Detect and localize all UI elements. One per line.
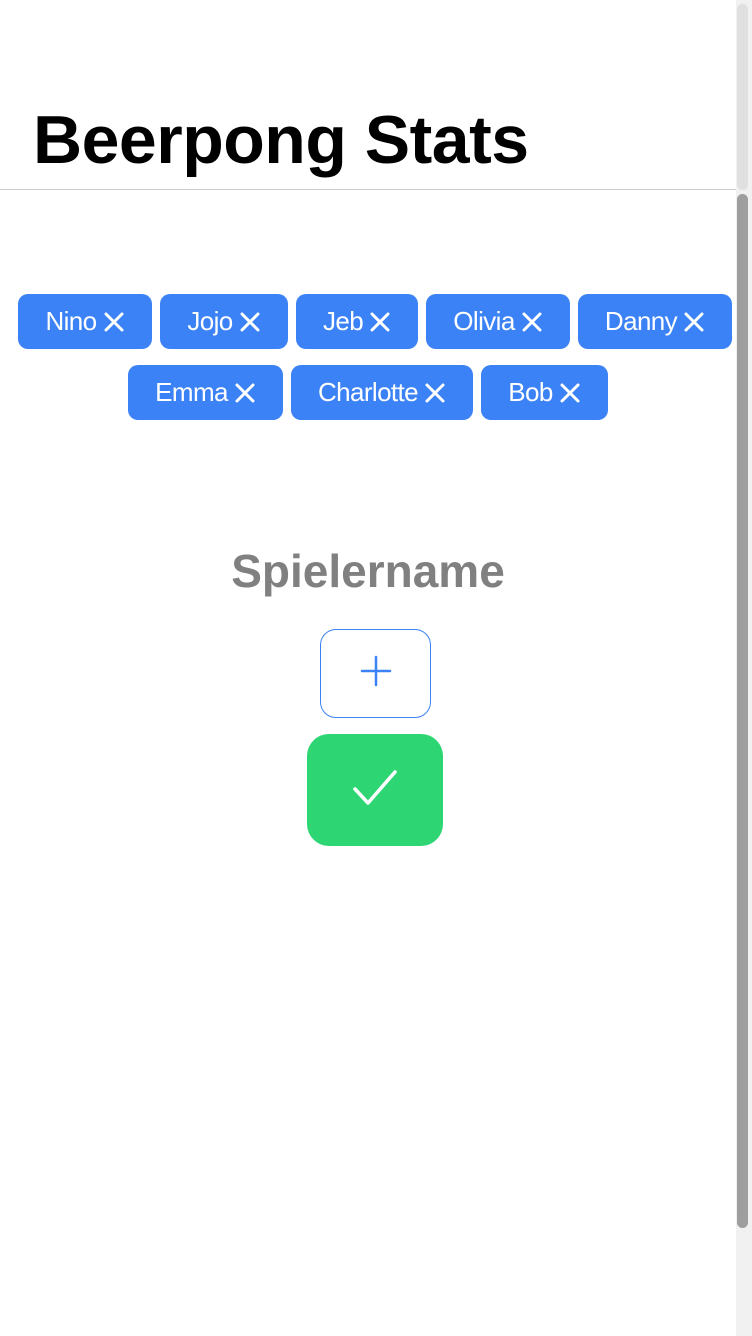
scrollbar-thumb[interactable] (737, 194, 748, 1228)
player-chip-row: Emma Charlotte Bob (0, 365, 736, 420)
close-icon[interactable] (103, 311, 125, 333)
player-chip[interactable]: Emma (128, 365, 283, 420)
player-chip-label: Charlotte (317, 377, 419, 407)
close-icon[interactable] (239, 311, 261, 333)
player-chip-row: Nino Jojo Jeb Olivia Danny (0, 294, 736, 349)
player-chip-label: Olivia (453, 306, 515, 336)
player-chip-label: Emma (155, 377, 228, 407)
player-chip[interactable]: Nino (18, 294, 152, 349)
confirm-button[interactable] (307, 734, 443, 846)
close-icon[interactable] (234, 382, 256, 404)
player-chip[interactable]: Danny (578, 294, 732, 349)
plus-icon (360, 655, 392, 692)
player-chip[interactable]: Jeb (296, 294, 418, 349)
close-icon[interactable] (559, 382, 581, 404)
player-chip-label: Nino (45, 306, 97, 336)
player-chip[interactable]: Jojo (160, 294, 288, 349)
app-page: Beerpong Stats Nino Jojo Jeb Olivia Dann… (0, 0, 752, 1336)
scrollbar[interactable] (736, 0, 752, 1336)
player-name-label: Spielername (231, 545, 505, 597)
player-chip[interactable]: Bob (481, 365, 608, 420)
close-icon[interactable] (369, 311, 391, 333)
add-player-button[interactable] (320, 629, 431, 718)
close-icon[interactable] (424, 382, 446, 404)
player-chip-label: Danny (604, 306, 678, 336)
player-chip-label: Jojo (187, 306, 233, 336)
checkmark-icon (352, 768, 398, 813)
page-title: Beerpong Stats (33, 102, 529, 178)
player-chip-label: Bob (508, 377, 553, 407)
player-chip-label: Jeb (322, 306, 364, 336)
header: Beerpong Stats (0, 0, 736, 190)
close-icon[interactable] (521, 311, 543, 333)
player-chip[interactable]: Charlotte (291, 365, 473, 420)
player-chip-list: Nino Jojo Jeb Olivia Danny Emma Charlott… (0, 294, 736, 436)
close-icon[interactable] (683, 311, 705, 333)
scrollbar-track-top (737, 4, 748, 190)
player-chip[interactable]: Olivia (426, 294, 570, 349)
